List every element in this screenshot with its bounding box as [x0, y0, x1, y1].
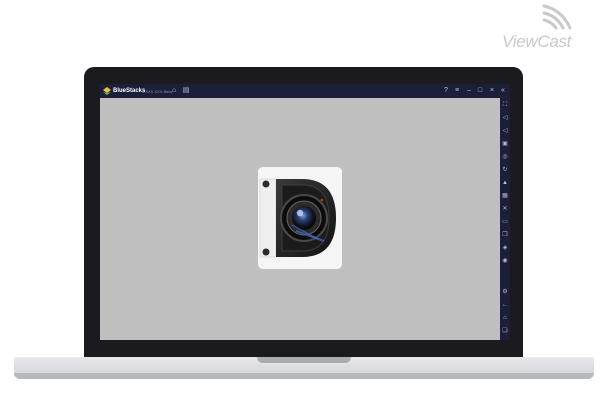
- viewcast-logo: ViewCast: [500, 4, 596, 51]
- emulator-window: BlueStacks 4.XXX.XXX Beta ⌂ ▤ ? ≡ – □ × …: [100, 84, 510, 340]
- collapse-sidebar-icon[interactable]: «: [498, 86, 508, 96]
- volume-up-icon[interactable]: ◁: [501, 114, 509, 122]
- brand-name: ViewCast: [502, 32, 572, 51]
- camera-app-icon[interactable]: [258, 167, 342, 269]
- layers-icon[interactable]: ◈: [501, 244, 509, 252]
- back-icon[interactable]: ←: [501, 301, 509, 309]
- menu-icon[interactable]: ≡: [452, 86, 462, 96]
- settings-icon[interactable]: ⚙: [501, 288, 509, 296]
- camera-lens-icon: [258, 167, 342, 269]
- bluestacks-logo-icon: [103, 87, 111, 95]
- emulator-titlebar: BlueStacks 4.XXX.XXX Beta ⌂ ▤ ? ≡ – □ × …: [100, 84, 510, 98]
- app-name: BlueStacks: [113, 88, 146, 94]
- app-version: 4.XXX.XXX Beta: [142, 89, 172, 94]
- help-icon[interactable]: ?: [441, 86, 451, 96]
- video-icon[interactable]: ▣: [501, 140, 509, 148]
- recent-apps-icon[interactable]: ❏: [501, 327, 509, 335]
- minimize-icon[interactable]: –: [464, 86, 474, 96]
- laptop-base-shadow: [14, 373, 594, 379]
- location-icon[interactable]: ✕: [501, 205, 509, 213]
- volume-down-icon[interactable]: ◁: [501, 127, 509, 135]
- copy-icon[interactable]: ❐: [501, 231, 509, 239]
- screenshot-icon[interactable]: ◎: [501, 153, 509, 161]
- emulator-sidebar: ⛶ ◁ ◁ ▣ ◎ ↻ ▲ ▦ ✕ ▭ ❐ ◈ ◉ ⚙ ← ⌂ ❏: [500, 98, 510, 340]
- home-nav-icon[interactable]: ⌂: [501, 314, 509, 322]
- keyboard-icon[interactable]: ▦: [501, 192, 509, 200]
- maximize-icon[interactable]: □: [475, 86, 485, 96]
- multi-instance-icon[interactable]: ▤: [181, 86, 191, 96]
- macro-icon[interactable]: ◉: [501, 257, 509, 265]
- wifi-signal-icon: [542, 4, 572, 30]
- shake-icon[interactable]: ▲: [501, 179, 509, 187]
- laptop-notch: [257, 357, 351, 363]
- fullscreen-icon[interactable]: ⛶: [501, 101, 509, 109]
- home-icon[interactable]: ⌂: [169, 86, 179, 96]
- folder-icon[interactable]: ▭: [501, 218, 509, 226]
- close-icon[interactable]: ×: [487, 86, 497, 96]
- rotate-icon[interactable]: ↻: [501, 166, 509, 174]
